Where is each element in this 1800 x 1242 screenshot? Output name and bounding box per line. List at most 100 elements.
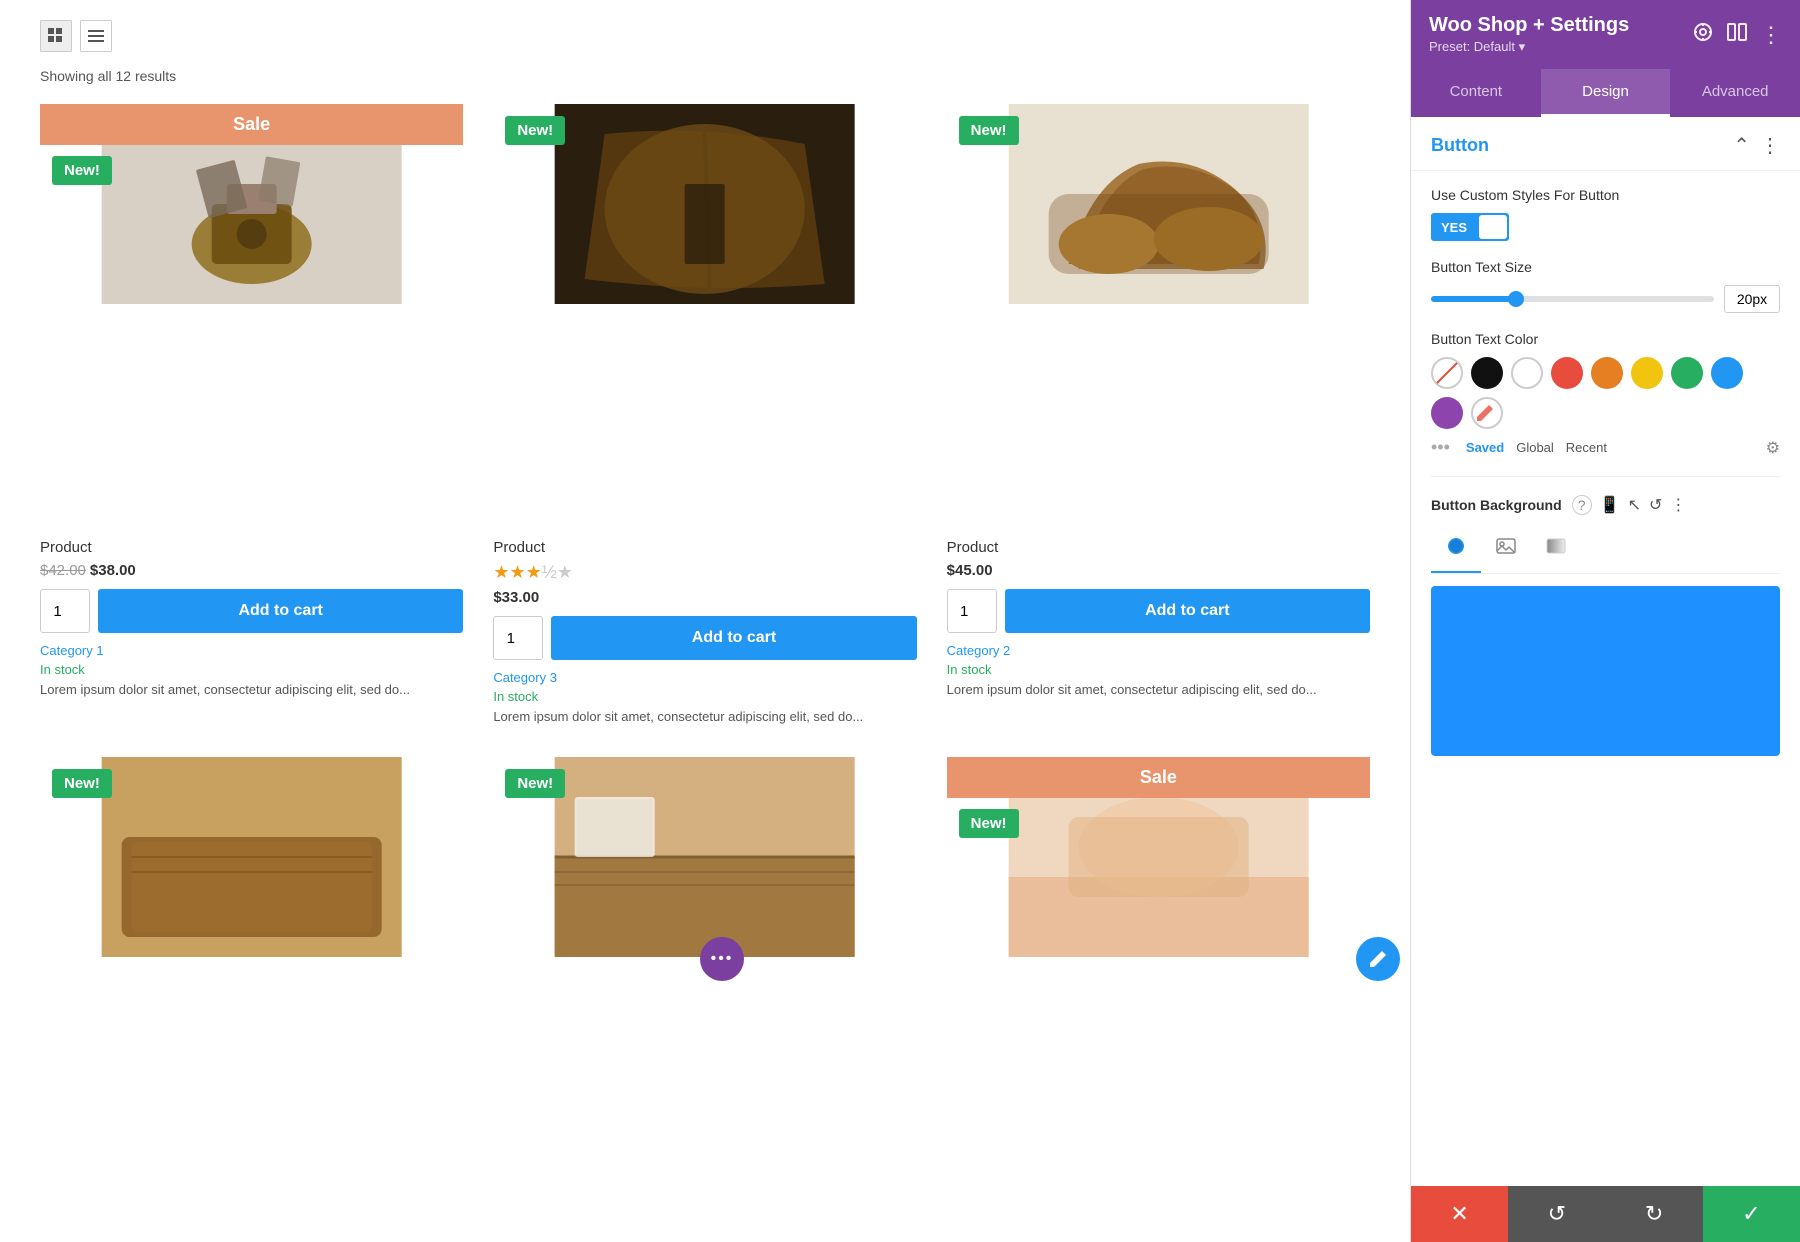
- text-size-label: Button Text Size: [1431, 259, 1780, 275]
- undo-button[interactable]: ↺: [1508, 1186, 1605, 1242]
- custom-styles-toggle[interactable]: YES: [1431, 213, 1509, 241]
- color-tabs: ••• Saved Global Recent ⚙: [1431, 437, 1780, 458]
- color-swatch-transparent[interactable]: [1431, 357, 1463, 389]
- new-badge: New!: [52, 156, 112, 185]
- right-panel: Woo Shop + Settings Preset: Default ▾: [1410, 0, 1800, 1242]
- cancel-button[interactable]: ✕: [1411, 1186, 1508, 1242]
- bg-mobile-icon[interactable]: 📱: [1600, 495, 1620, 515]
- product-description: Lorem ipsum dolor sit amet, consectetur …: [493, 708, 916, 726]
- text-size-slider-row: [1431, 285, 1780, 313]
- color-tabs-more[interactable]: •••: [1431, 437, 1450, 458]
- color-tab-global[interactable]: Global: [1516, 440, 1554, 455]
- color-swatch-yellow[interactable]: [1631, 357, 1663, 389]
- product-price: $42.00$38.00: [40, 562, 463, 579]
- panel-subtitle: Preset: Default ▾: [1429, 39, 1629, 55]
- list-view-button[interactable]: [80, 20, 112, 52]
- product-stock: In stock: [947, 662, 1370, 677]
- new-badge: New!: [505, 116, 565, 145]
- columns-icon[interactable]: [1726, 21, 1748, 48]
- bg-overflow-icon[interactable]: ⋮: [1670, 495, 1686, 515]
- bg-undo-icon[interactable]: ↺: [1649, 495, 1662, 515]
- product-category[interactable]: Category 1: [40, 643, 463, 658]
- color-swatches: [1431, 357, 1780, 429]
- bg-cursor-icon[interactable]: ↖: [1628, 495, 1641, 515]
- price-new: $45.00: [947, 562, 993, 579]
- product-price: $45.00: [947, 562, 1370, 579]
- color-swatch-black[interactable]: [1471, 357, 1503, 389]
- color-swatch-green[interactable]: [1671, 357, 1703, 389]
- section-content: Use Custom Styles For Button YES Button …: [1411, 171, 1800, 772]
- tab-design[interactable]: Design: [1541, 69, 1671, 117]
- panel-tabs: Content Design Advanced: [1411, 69, 1800, 117]
- tab-content[interactable]: Content: [1411, 69, 1541, 117]
- color-swatch-red[interactable]: [1551, 357, 1583, 389]
- bg-icons: ? 📱 ↖ ↺ ⋮: [1572, 495, 1687, 515]
- grid-view-button[interactable]: [40, 20, 72, 52]
- bg-tab-gradient[interactable]: [1531, 527, 1581, 573]
- color-swatch-white[interactable]: [1511, 357, 1543, 389]
- panel-footer: ✕ ↺ ↻ ✓: [1411, 1186, 1800, 1242]
- color-tab-saved[interactable]: Saved: [1466, 440, 1504, 455]
- floating-dots-button[interactable]: •••: [700, 937, 744, 981]
- collapse-icon[interactable]: ⌃: [1733, 133, 1750, 158]
- slider-thumb[interactable]: [1508, 291, 1524, 307]
- new-badge: New!: [959, 809, 1019, 838]
- product-title: Product: [493, 539, 916, 556]
- add-to-cart-row: Add to cart: [40, 589, 463, 633]
- text-size-slider-track[interactable]: [1431, 296, 1714, 302]
- section-header: Button ⌃ ⋮: [1411, 117, 1800, 171]
- product-image-wrap: Sale New!: [40, 104, 463, 527]
- product-stars: ★★★½★: [493, 562, 916, 583]
- add-to-cart-button[interactable]: Add to cart: [551, 616, 916, 660]
- color-swatch-edit[interactable]: [1471, 397, 1503, 429]
- products-grid: Sale New! Product $42.00$38.00 Add to ca…: [40, 104, 1370, 1192]
- more-icon[interactable]: ⋮: [1760, 22, 1782, 48]
- slider-fill: [1431, 296, 1516, 302]
- panel-body: Button ⌃ ⋮ Use Custom Styles For Button …: [1411, 117, 1800, 1186]
- add-to-cart-button[interactable]: Add to cart: [98, 589, 463, 633]
- product-card: Sale New! Product $42.00$38.00 Add to ca…: [40, 104, 463, 727]
- toggle-handle: [1479, 215, 1507, 239]
- results-count: Showing all 12 results: [40, 68, 1370, 84]
- color-swatch-purple[interactable]: [1431, 397, 1463, 429]
- custom-styles-label: Use Custom Styles For Button: [1431, 187, 1780, 203]
- bg-label: Button Background: [1431, 497, 1562, 513]
- product-card: New!: [40, 757, 463, 1192]
- toggle-row: YES: [1431, 213, 1780, 241]
- price-old: $42.00: [40, 562, 86, 579]
- product-card: Sale New!: [947, 757, 1370, 1192]
- section-more-icon[interactable]: ⋮: [1760, 133, 1780, 158]
- bg-help-icon[interactable]: ?: [1572, 495, 1592, 515]
- product-image-wrap: New!: [40, 757, 463, 1180]
- bg-preview: [1431, 586, 1780, 756]
- add-to-cart-button[interactable]: Add to cart: [1005, 589, 1370, 633]
- bg-section-header: Button Background ? 📱 ↖ ↺ ⋮: [1431, 495, 1780, 515]
- panel-header: Woo Shop + Settings Preset: Default ▾: [1411, 0, 1800, 69]
- product-image-wrap: New!: [493, 104, 916, 527]
- quantity-input[interactable]: [947, 589, 997, 633]
- price-new: $38.00: [90, 562, 136, 579]
- redo-button[interactable]: ↻: [1606, 1186, 1703, 1242]
- color-settings-icon[interactable]: ⚙: [1766, 438, 1780, 458]
- product-card: New! Product $45.00 Add to cart Category…: [947, 104, 1370, 727]
- product-title: Product: [40, 539, 463, 556]
- target-icon[interactable]: [1692, 21, 1714, 48]
- product-price: $33.00: [493, 589, 916, 606]
- text-size-value[interactable]: [1724, 285, 1780, 313]
- color-swatch-orange[interactable]: [1591, 357, 1623, 389]
- bg-tab-color[interactable]: [1431, 527, 1481, 573]
- product-card: New! Product ★★★½★ $33.00 Add to cart Ca…: [493, 104, 916, 727]
- bg-tab-image[interactable]: [1481, 527, 1531, 573]
- tab-advanced[interactable]: Advanced: [1670, 69, 1800, 117]
- color-tab-recent[interactable]: Recent: [1566, 440, 1607, 455]
- confirm-button[interactable]: ✓: [1703, 1186, 1800, 1242]
- add-to-cart-row: Add to cart: [947, 589, 1370, 633]
- quantity-input[interactable]: [493, 616, 543, 660]
- quantity-input[interactable]: [40, 589, 90, 633]
- product-description: Lorem ipsum dolor sit amet, consectetur …: [40, 681, 463, 699]
- product-category[interactable]: Category 2: [947, 643, 1370, 658]
- product-image-wrap: Sale New!: [947, 757, 1370, 1180]
- product-category[interactable]: Category 3: [493, 670, 916, 685]
- floating-edit-button[interactable]: [1356, 937, 1400, 981]
- color-swatch-blue[interactable]: [1711, 357, 1743, 389]
